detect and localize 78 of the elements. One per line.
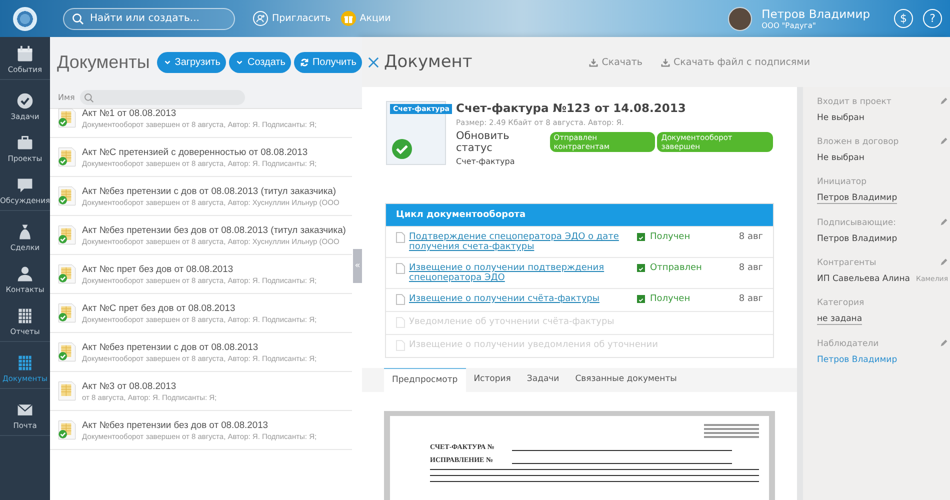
avatar[interactable] [728,6,752,30]
document-title: Акт №С прет без дов от 08.08.2013 [82,302,236,313]
field-label: Вложен в договор [817,137,899,147]
calendar-icon [16,45,34,63]
filter-field[interactable] [80,90,245,105]
step-link[interactable]: Извещение о получении подтверждения спецоператора ЭДО [409,263,637,283]
page-icon [396,340,405,351]
search-field[interactable]: Найти или создать... [63,8,235,30]
document-type: Счет-фактура [456,157,516,166]
step-date: 8 авг [738,232,763,242]
tab[interactable]: История [466,368,519,392]
step-date: 8 авг [738,263,763,273]
pencil-icon[interactable] [940,258,948,266]
fine-print-drawing [704,424,759,438]
step-status: Отправлен [650,263,702,273]
pencil-icon[interactable] [940,137,948,145]
logo-icon[interactable] [13,6,37,30]
tab[interactable]: Задачи [518,368,568,392]
field-value[interactable]: Петров Владимир [817,193,898,204]
grid-icon [16,354,34,372]
field-label: Контрагенты [817,258,876,268]
field-value: Не выбран [817,153,864,163]
page-icon [396,317,405,328]
tab[interactable]: Связанные документы [567,368,685,392]
download-icon [588,58,598,66]
step-date: 8 авг [738,294,763,304]
refresh-icon [300,58,310,66]
card-header: Цикл документооборота [386,204,773,226]
field-value: Петров Владимир [817,234,898,244]
pencil-icon[interactable] [940,218,948,226]
pencil-icon[interactable] [940,339,948,347]
document-title: Акт №без претензии без дов от 08.08.2013 (титул заказчика) [82,224,346,235]
field-label: Наблюдатели [817,339,879,349]
page-icon [396,294,405,305]
get-button[interactable]: Получить [294,52,362,72]
document-title: Акт №без претензии без дов от 08.08.2013 [82,419,270,430]
tab[interactable]: Предпросмотр [384,368,466,392]
document-title: Акт №1 от 08.08.2013 [82,107,178,118]
billing-button[interactable]: $ [894,9,913,28]
search-icon [72,12,84,24]
step-link[interactable]: Подтверждение спецоператора ЭДО о дате получения счета-фактуры [409,232,637,252]
speech-bubble-icon [16,176,34,194]
field-value: Не выбран [817,113,864,123]
step-link[interactable]: Извещение о получении счёта-фактуры [409,294,637,304]
field-label: Категория [817,298,864,308]
field-value[interactable]: не задана [817,314,862,325]
field-label: Инициатор [817,177,867,187]
update-status-link[interactable]: Обновить статус [456,130,546,154]
briefcase-icon [16,134,34,152]
download-icon [660,58,670,66]
page-icon [396,263,405,274]
search-icon [84,92,94,102]
document-title: Акт №с прет без дов от 08.08.2013 [82,263,234,274]
page-title: Документы [57,52,150,72]
field-label: Входит в проект [817,97,892,107]
field-label: Подписывающие: [817,218,896,228]
document-title: Акт №3 от 08.08.2013 [82,380,178,391]
dropdown-button[interactable]: Создать [229,52,292,72]
check-icon [392,139,412,159]
document-name: Счет-фактура №123 от 14.08.2013 [456,101,687,115]
document-title: Акт №без претензии с дов от 08.08.2013 (титул заказчика) [82,185,338,196]
add-person-icon [253,11,268,26]
close-icon[interactable] [368,56,379,68]
dropdown-button[interactable]: Загрузить [156,52,226,72]
step-status: Получен [650,232,690,242]
page-icon [396,232,405,243]
grid-icon [16,307,34,325]
document-title: Акт №С претензией с доверенностью от 08.08.2013 [82,146,309,157]
gift-icon [340,11,356,26]
pencil-icon[interactable] [940,97,948,105]
person-icon [16,265,34,283]
panel-title: Документ [384,52,472,72]
step-status: Получен [650,294,690,304]
field-value: ИП Савельева Алина [817,274,910,284]
document-title: Акт №без претензии с дов от 08.08.2013 [82,341,260,352]
filter-label: Имя [58,93,75,102]
checkmark-icon [16,92,34,110]
help-button[interactable]: ? [923,9,942,28]
